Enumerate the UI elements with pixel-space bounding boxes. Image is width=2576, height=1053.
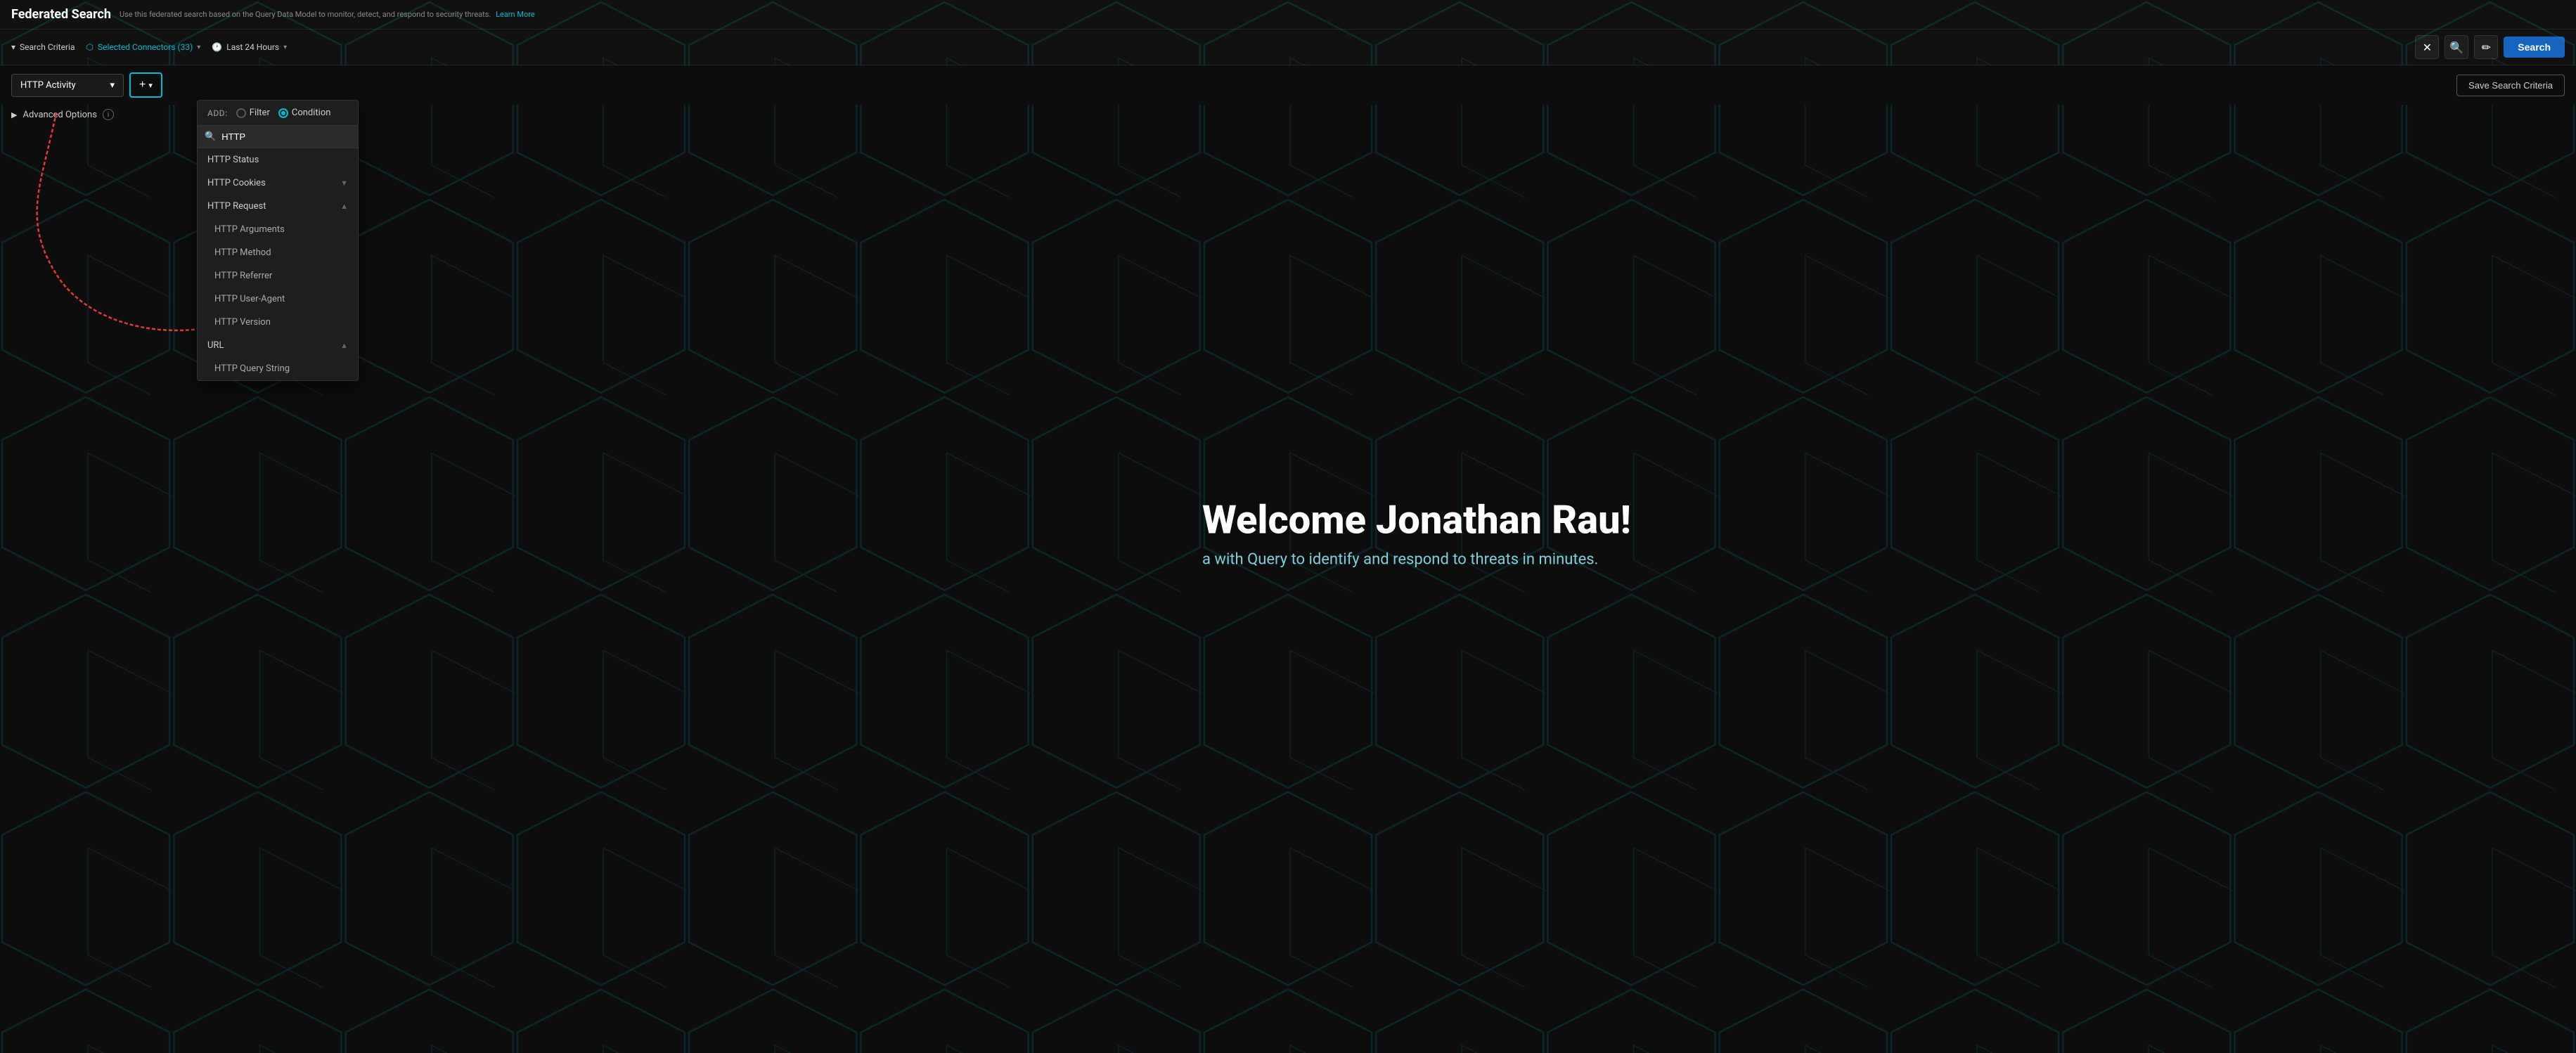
- dropdown-list-item[interactable]: HTTP Cookies ▼: [198, 172, 358, 195]
- hero-subtitle: a with Query to identify and respond to …: [1202, 550, 1631, 568]
- info-icon[interactable]: i: [103, 109, 114, 120]
- condition-dropdown-panel: ADD: Filter Condition 🔍 HTTP Status HTTP …: [197, 100, 359, 381]
- search-icon: 🔍: [205, 131, 216, 142]
- clear-button[interactable]: ✕: [2415, 35, 2439, 59]
- chevron-right-icon: ▶: [11, 110, 17, 119]
- time-label: Last 24 Hours: [226, 42, 279, 52]
- connectors-icon: ⬡: [86, 42, 93, 52]
- condition-label: Condition: [292, 108, 331, 118]
- filter-label: Filter: [250, 108, 270, 118]
- dropdown-list-item[interactable]: HTTP Referrer: [198, 264, 358, 288]
- search-button[interactable]: Search: [2504, 37, 2565, 58]
- dropdown-search-box: 🔍: [198, 126, 358, 148]
- dropdown-item-label: HTTP Cookies: [207, 178, 266, 188]
- save-criteria-button[interactable]: Save Search Criteria: [2456, 75, 2565, 96]
- app-title: Federated Search: [11, 7, 111, 22]
- time-range-selector[interactable]: 🕐 Last 24 Hours ▾: [212, 42, 287, 52]
- dropdown-header: ADD: Filter Condition: [198, 101, 358, 126]
- dropdown-list-item[interactable]: HTTP User-Agent: [198, 288, 358, 311]
- advanced-options-row: ▶ Advanced Options i: [0, 105, 2576, 124]
- dropdown-list-item[interactable]: HTTP Method: [198, 241, 358, 264]
- dropdown-item-label: URL: [207, 340, 224, 351]
- zoom-button[interactable]: 🔍: [2445, 35, 2468, 59]
- search-toolbar: ▾ Search Criteria ⬡ Selected Connectors …: [0, 30, 2576, 65]
- advanced-options-label[interactable]: Advanced Options: [22, 110, 96, 120]
- dropdown-item-label: HTTP Version: [214, 317, 271, 328]
- dropdown-item-label: HTTP User-Agent: [214, 294, 285, 304]
- learn-more-link[interactable]: Learn More: [496, 10, 535, 19]
- chevron-up-icon: ▲: [340, 341, 348, 350]
- search-criteria-toggle[interactable]: ▾ Search Criteria: [11, 42, 75, 52]
- dropdown-list-item[interactable]: HTTP Status: [198, 148, 358, 172]
- data-source-dropdown[interactable]: HTTP Activity ▾: [11, 74, 124, 97]
- data-source-label: HTTP Activity: [20, 80, 76, 91]
- dropdown-item-label: HTTP Request: [207, 201, 266, 212]
- app-subtitle: Use this federated search based on the Q…: [120, 10, 2565, 19]
- condition-radio-circle: [278, 108, 288, 118]
- connectors-selector[interactable]: ⬡ Selected Connectors (33) ▾: [86, 42, 200, 52]
- dropdown-item-label: HTTP Status: [207, 155, 259, 165]
- chevron-up-icon: ▲: [340, 202, 348, 211]
- dropdown-list-item[interactable]: HTTP Arguments: [198, 218, 358, 241]
- hero-content: Welcome Jonathan Rau! a with Query to id…: [1202, 499, 1631, 569]
- chevron-down-icon: ▼: [340, 179, 348, 188]
- chevron-down-icon: ▾: [197, 44, 200, 51]
- dropdown-item-label: HTTP Arguments: [214, 224, 285, 235]
- plus-icon: +: [139, 79, 146, 91]
- dropdown-list-item[interactable]: URL ▲: [198, 334, 358, 357]
- add-label: ADD:: [207, 108, 228, 118]
- dropdown-item-label: HTTP Query String: [214, 363, 290, 374]
- dropdown-search-input[interactable]: [221, 131, 351, 142]
- dropdown-item-label: HTTP Referrer: [214, 271, 272, 281]
- hero-title: Welcome Jonathan Rau!: [1202, 499, 1631, 543]
- add-button[interactable]: + ▾: [129, 72, 162, 98]
- toolbar-right: ✕ 🔍 ✏ Search: [2415, 35, 2565, 59]
- edit-button[interactable]: ✏: [2474, 35, 2498, 59]
- chevron-down-icon: ▾: [283, 44, 287, 51]
- filter-radio-circle: [236, 108, 246, 118]
- chevron-down-icon: ▾: [110, 80, 115, 91]
- top-header: Federated Search Use this federated sear…: [0, 0, 2576, 30]
- dropdown-item-label: HTTP Method: [214, 247, 271, 258]
- chevron-down-icon: ▾: [11, 42, 15, 52]
- chevron-down-icon: ▾: [148, 81, 153, 90]
- dropdown-list-item[interactable]: HTTP Version: [198, 311, 358, 334]
- query-row: HTTP Activity ▾ + ▾ Save Search Criteria: [0, 65, 2576, 105]
- dropdown-list: HTTP StatusHTTP Cookies▼HTTP Request▲HTT…: [198, 148, 358, 380]
- condition-radio-option[interactable]: Condition: [278, 108, 331, 118]
- clock-icon: 🕐: [212, 42, 222, 52]
- dropdown-list-item[interactable]: HTTP Query String: [198, 357, 358, 380]
- search-criteria-label: Search Criteria: [20, 42, 75, 52]
- filter-radio-option[interactable]: Filter: [236, 108, 270, 118]
- dropdown-list-item[interactable]: HTTP Request ▲: [198, 195, 358, 218]
- connectors-label: Selected Connectors (33): [98, 42, 193, 52]
